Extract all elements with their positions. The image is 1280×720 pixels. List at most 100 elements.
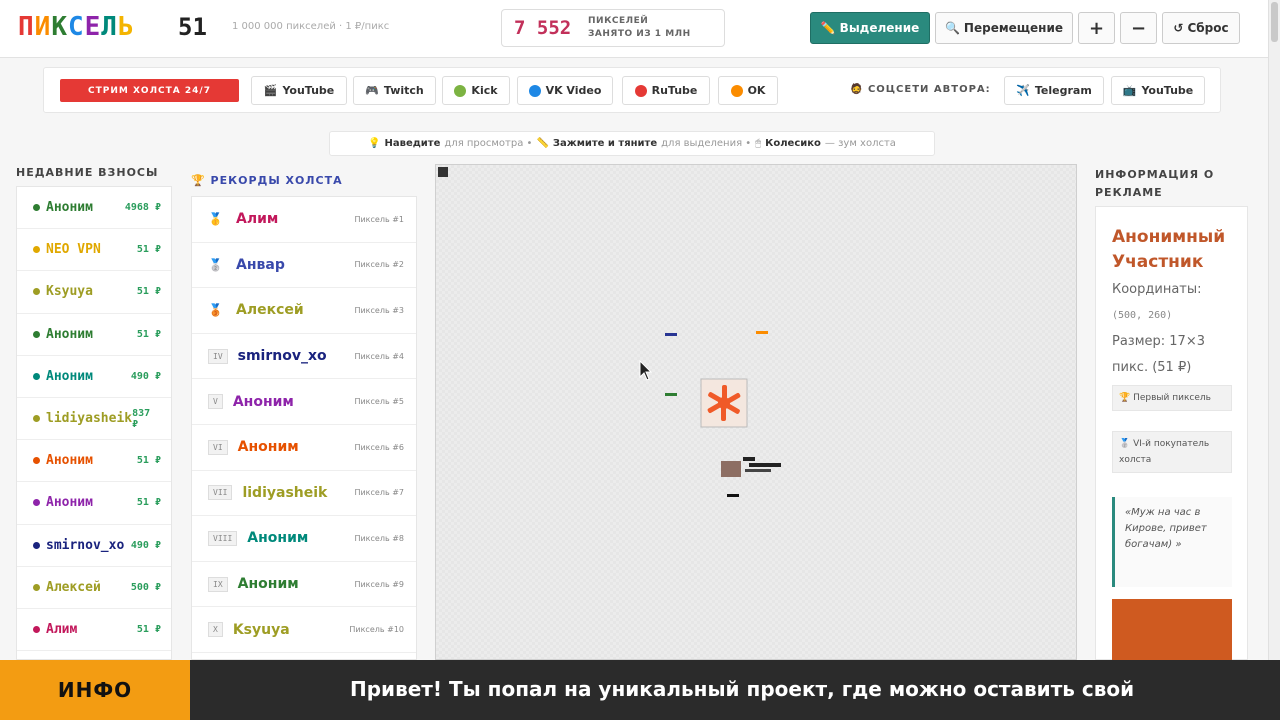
donation-amount: 490 ₽ <box>130 539 161 551</box>
recent-list: Аноним 4968 ₽ NEO VPN 51 ₽ Ksyuya 51 ₽ Аноним 5… <box>16 186 172 660</box>
recent-donation-row[interactable]: Аноним 51 ₽ <box>17 440 171 483</box>
record-row[interactable]: 🥈 Анвар Пиксель #2 <box>192 243 416 289</box>
donor: Аноним <box>33 327 137 342</box>
logo-letter: П <box>18 12 35 42</box>
recent-donation-row[interactable]: smirnov_xo 490 ₽ <box>17 525 171 567</box>
move-mode-button[interactable]: 🔍 Перемещение <box>935 12 1073 44</box>
donor-dot-icon <box>33 457 40 465</box>
record-row[interactable]: VII lidiyasheik Пиксель #7 <box>192 471 416 517</box>
pixel-canvas[interactable] <box>435 164 1077 660</box>
donor-name: lidiyasheik <box>46 411 133 427</box>
donor-dot-icon <box>33 541 40 549</box>
film-icon: 🎬 <box>263 84 278 97</box>
records-title: 🏆 РЕКОРДЫ ХОЛСТА <box>191 174 343 187</box>
donation-amount: 51 ₽ <box>136 497 161 509</box>
selected-ad-block[interactable] <box>700 378 748 428</box>
recent-donation-row[interactable]: lidiyasheik 837 ₽ <box>17 398 171 441</box>
ad-coords-label: Координаты: <box>1112 282 1202 297</box>
hint-hover: Наведите <box>384 138 441 149</box>
donation-amount: 500 ₽ <box>130 581 161 593</box>
record-pixel-label: Пиксель #7 <box>354 488 404 498</box>
recent-donation-row[interactable]: Ksyuya 51 ₽ <box>17 271 171 314</box>
recent-donation-row[interactable]: Алексей 500 ₽ <box>17 567 171 609</box>
stream-ok-button[interactable]: OK <box>718 76 778 105</box>
recent-donation-row[interactable]: Аноним 51 ₽ <box>17 314 171 356</box>
recent-title: НЕДАВНИЕ ВЗНОСЫ <box>16 166 159 179</box>
stream-label: VK Video <box>545 84 602 97</box>
donation-amount: 490 ₽ <box>130 370 161 382</box>
medal-icon: 🥇 <box>208 212 223 227</box>
rank-label: X <box>208 622 223 638</box>
price-per-pixel: 51 <box>178 13 207 41</box>
ad-quote: «Муж на час в Кирове, привет богачам) » <box>1112 497 1232 587</box>
stream-rutube-button[interactable]: RuTube <box>622 76 710 105</box>
donor-dot-icon <box>33 583 40 591</box>
pixel-block[interactable] <box>745 469 771 472</box>
pencil-icon: ✏️ <box>820 21 836 35</box>
donor-dot-icon <box>33 330 40 338</box>
hint-wheel: Колесико <box>765 138 821 149</box>
pixel-block[interactable] <box>756 331 768 334</box>
counter-label: ПИКСЕЛЕЙ ЗАНЯТО ИЗ 1 МЛН <box>588 15 691 41</box>
pixel-block[interactable] <box>727 494 739 497</box>
recent-donation-row[interactable]: Аноним 490 ₽ <box>17 356 171 398</box>
record-row[interactable]: VIII Аноним Пиксель #8 <box>192 516 416 562</box>
record-row[interactable]: VI Аноним Пиксель #6 <box>192 425 416 471</box>
record-holder-name: Алексей <box>236 302 304 319</box>
ad-image[interactable] <box>1112 599 1232 661</box>
stream-vkvideo-button[interactable]: VK Video <box>517 76 613 105</box>
logo-letter: С <box>67 12 85 42</box>
pixel-block[interactable] <box>721 461 741 477</box>
record-holder-name: Аноним <box>247 530 309 547</box>
hint-hover-text: для просмотра • <box>444 138 533 149</box>
record-pixel-label: Пиксель #2 <box>354 260 404 270</box>
rutube-dot-icon <box>634 84 647 97</box>
reset-button[interactable]: ↺ Сброс <box>1162 12 1240 44</box>
social-youtube-button[interactable]: 📺 YouTube <box>1111 76 1205 105</box>
record-row[interactable]: X Ksyuya Пиксель #10 <box>192 607 416 653</box>
pixel-block[interactable] <box>665 333 677 336</box>
bulb-icon: 💡 <box>368 138 381 149</box>
donor-dot-icon <box>33 204 40 212</box>
recent-donation-row[interactable]: Аноним 51 ₽ <box>17 482 171 525</box>
hint-drag: Зажмите и тяните <box>552 138 658 149</box>
scrollbar-thumb[interactable] <box>1271 2 1278 42</box>
record-row[interactable]: IX Аноним Пиксель #9 <box>192 562 416 608</box>
recent-donation-row[interactable]: Аноним 4968 ₽ <box>17 187 171 230</box>
ticker-text: Привет! Ты попал на уникальный проект, г… <box>350 677 1135 701</box>
social-telegram-button[interactable]: ✈️ Telegram <box>1004 76 1104 105</box>
donation-amount: 51 ₽ <box>136 244 161 256</box>
record-row[interactable]: IV smirnov_xo Пиксель #4 <box>192 334 416 380</box>
page-scrollbar[interactable] <box>1268 0 1280 660</box>
donation-amount: 51 ₽ <box>136 286 161 298</box>
select-mode-button[interactable]: ✏️ Выделение <box>810 12 930 44</box>
recent-donation-row[interactable]: NEO VPN 51 ₽ <box>17 229 171 272</box>
social-btn-label: Telegram <box>1034 84 1092 97</box>
zoom-in-button[interactable]: + <box>1078 12 1115 44</box>
stream-kick-button[interactable]: Kick <box>442 76 510 105</box>
donor: Аноним <box>33 495 137 510</box>
ad-size-label: Размер: 17×3 <box>1112 334 1205 349</box>
vk-dot-icon <box>528 84 541 97</box>
live-stream-banner[interactable]: СТРИМ ХОЛСТА 24/7 <box>60 79 239 102</box>
logo-letter: Л <box>101 12 118 42</box>
ad-info-title-line2: РЕКЛАМЕ <box>1095 186 1163 199</box>
pixel-block[interactable] <box>749 463 781 467</box>
gamepad-icon: 🎮 <box>365 84 379 97</box>
pixel-block[interactable] <box>743 457 755 461</box>
record-pixel-label: Пиксель #8 <box>354 533 404 543</box>
donor-dot-icon <box>33 288 40 296</box>
ad-info-title: ИНФОРМАЦИЯ О РЕКЛАМЕ <box>1095 166 1225 202</box>
record-row[interactable]: 🥉 Алексей Пиксель #3 <box>192 288 416 334</box>
pixel-block[interactable] <box>665 393 677 396</box>
recent-donation-row[interactable]: Алим 51 ₽ <box>17 609 171 652</box>
stream-twitch-button[interactable]: 🎮 Twitch <box>353 76 436 105</box>
record-row[interactable]: 🥇 Алим Пиксель #1 <box>192 197 416 243</box>
rank-label: V <box>208 394 223 410</box>
search-icon: 🔍 <box>944 21 960 35</box>
zoom-out-button[interactable]: − <box>1120 12 1157 44</box>
record-row[interactable]: V Аноним Пиксель #5 <box>192 379 416 425</box>
trophy-icon: 🏆 <box>191 174 206 187</box>
stream-youtube-button[interactable]: 🎬 YouTube <box>251 76 347 105</box>
donor: Аноним <box>33 200 125 215</box>
